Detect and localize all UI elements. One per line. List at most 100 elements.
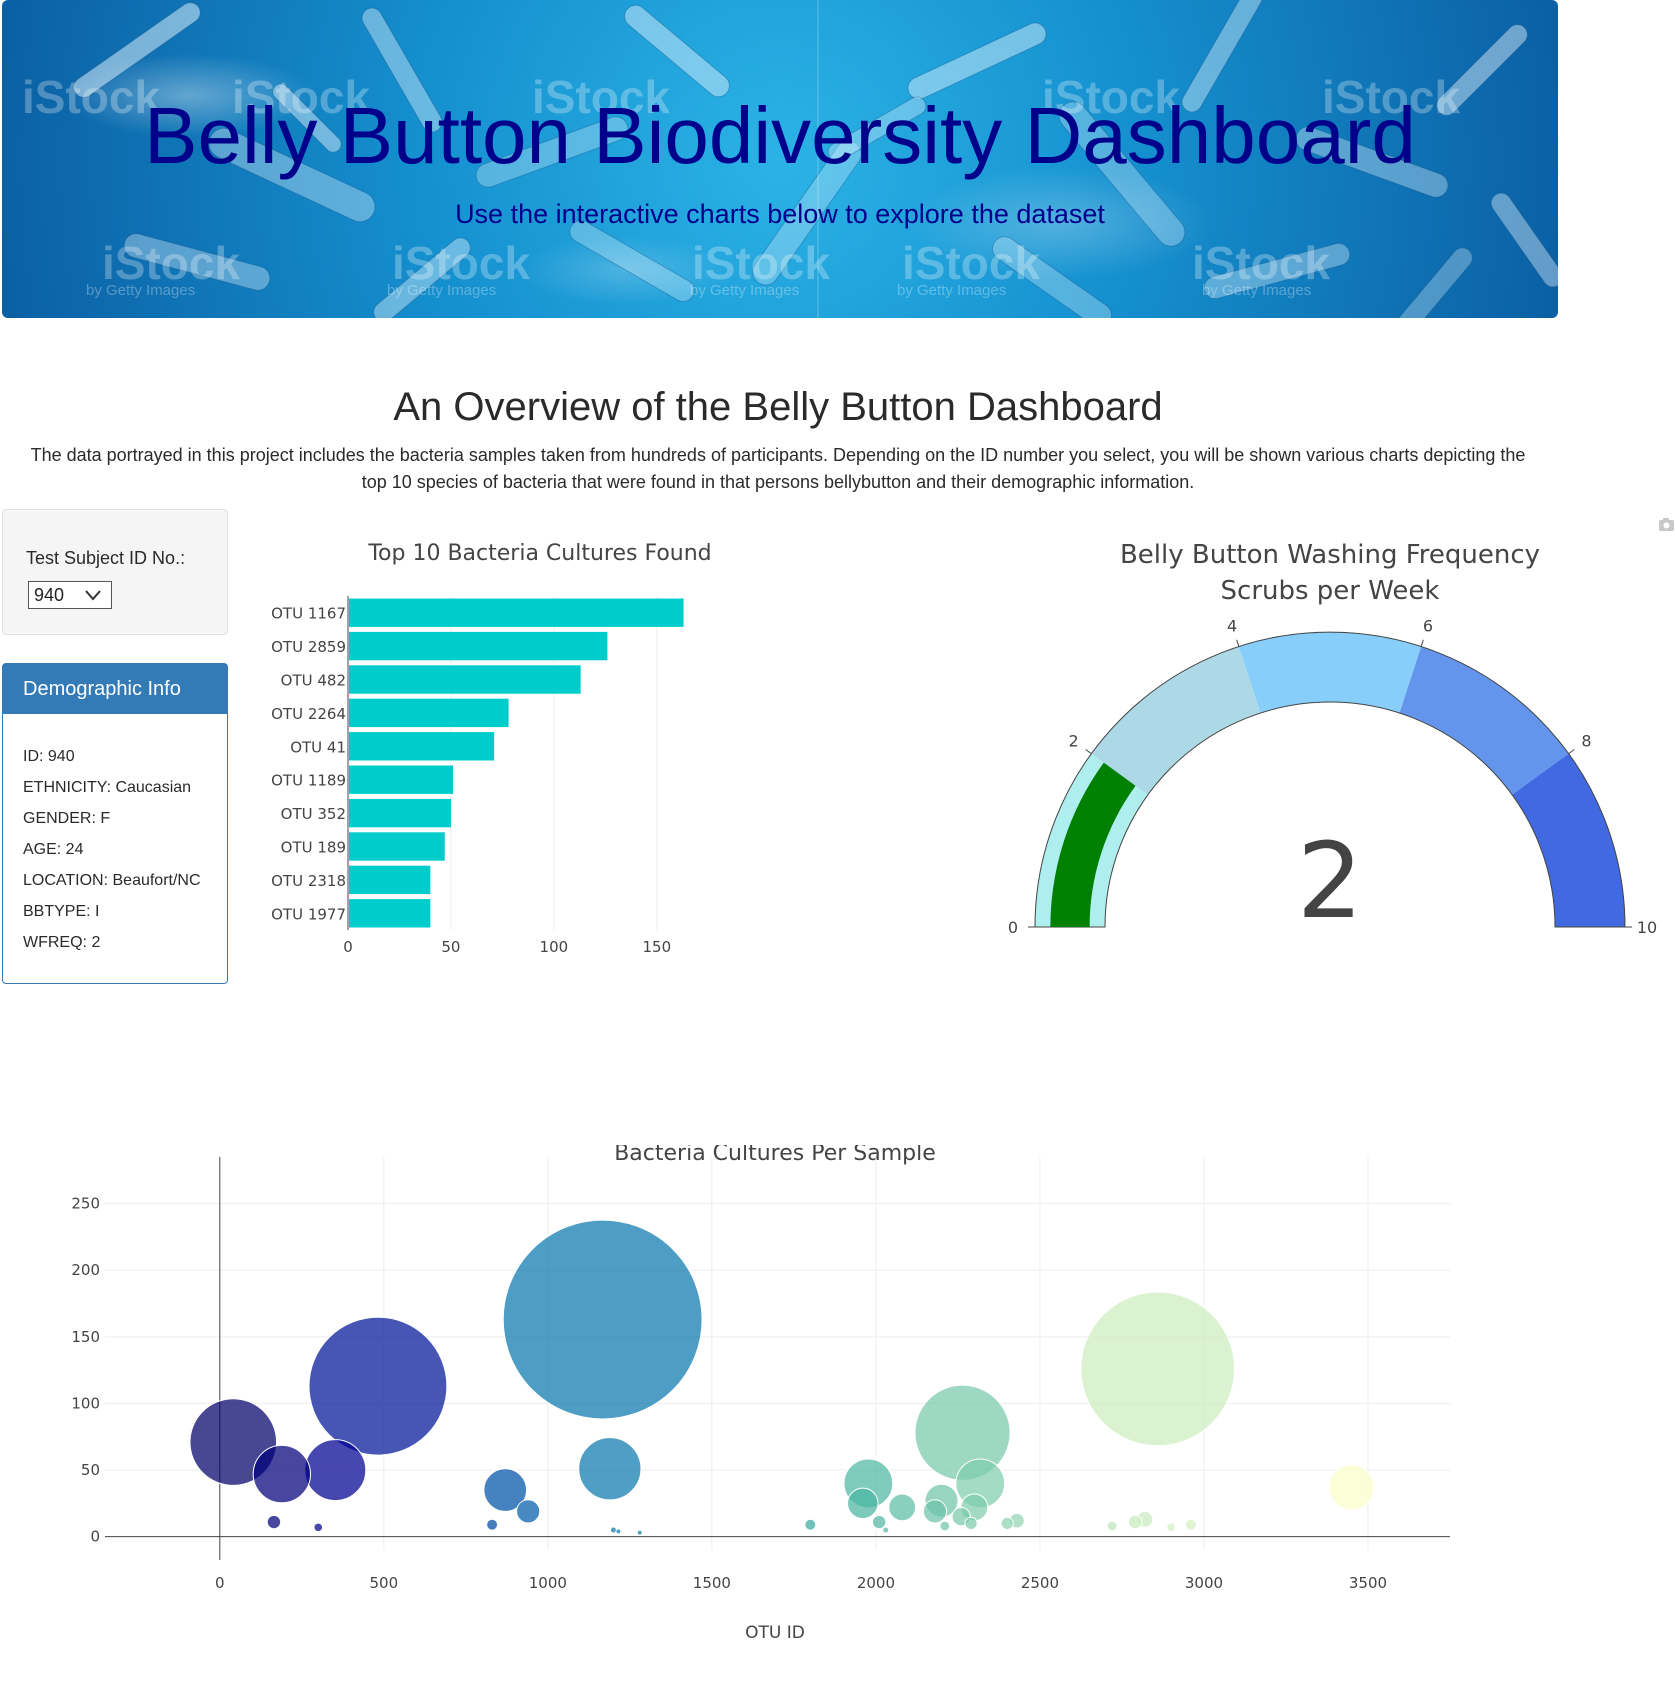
bar-otu-2318: [349, 865, 431, 895]
bar-otu-1977: [349, 899, 431, 928]
gauge-tick-label: 4: [1227, 617, 1237, 636]
watermark-subtext: by Getty Images: [690, 282, 800, 299]
bubble-x-tick-label: 3000: [1185, 1574, 1223, 1592]
subject-id-label: Test Subject ID No.:: [26, 548, 186, 568]
bubble-x-tick-label: 1500: [693, 1574, 731, 1592]
bacteria-bubble-chart[interactable]: Bacteria Cultures Per Sample 0 50 100 150 200…: [50, 1145, 1470, 1690]
bar-otu-189: [349, 832, 445, 861]
bubble-otu-2790: [1127, 1514, 1143, 1530]
bar-category-label: OTU 482: [281, 672, 346, 690]
gauge-title: Belly Button Washing Frequency: [1120, 540, 1540, 570]
bar-otu-482: [349, 665, 581, 694]
gauge-tick: [1420, 639, 1424, 647]
page-title: Belly Button Biodiversity Dashboard: [144, 91, 1416, 180]
demographic-ethnicity: ETHNICITY: Caucasian: [23, 779, 192, 796]
gauge-value: 2: [1297, 820, 1363, 942]
camera-icon[interactable]: [1658, 516, 1675, 532]
watermark-subtext: by Getty Images: [86, 282, 196, 299]
bar-x-tick-label: 50: [441, 938, 460, 956]
bar-category-label: OTU 41: [290, 738, 346, 756]
bacterium-shape: [1381, 247, 1473, 318]
bar-chart-title: Top 10 Bacteria Cultures Found: [367, 541, 711, 566]
bubble-otu-2210: [939, 1520, 951, 1532]
bubble-y-tick-label: 50: [81, 1461, 100, 1479]
bubble-otu-1960: [847, 1487, 879, 1520]
bubble-otu-2720: [1106, 1520, 1118, 1532]
bubble-y-tick-label: 250: [71, 1195, 100, 1213]
gauge-tick-label: 10: [1637, 918, 1657, 937]
bubble-x-tick-label: 2500: [1021, 1574, 1059, 1592]
gauge-subtitle: Scrubs per Week: [1221, 576, 1440, 606]
bubble-otu-2010: [871, 1514, 887, 1530]
watermark-subtext: by Getty Images: [1202, 282, 1312, 299]
bar-category-label: OTU 1189: [271, 772, 346, 790]
demographic-age: AGE: 24: [23, 841, 84, 858]
chevron-down-icon: [85, 590, 101, 601]
gauge-step-2: [1238, 632, 1422, 714]
bubble-x-tick-label: 3500: [1349, 1574, 1387, 1592]
washing-frequency-gauge[interactable]: Belly Button Washing Frequency Scrubs per…: [1000, 530, 1660, 950]
demographic-panel-heading: Demographic Info: [3, 664, 227, 714]
demographic-gender: GENDER: F: [23, 810, 111, 827]
bar-x-tick-label: 0: [343, 938, 353, 956]
bubble-otu-2030: [882, 1526, 890, 1534]
selected-subject-id: 940: [34, 584, 65, 605]
bubble-x-tick-label: 2000: [857, 1574, 895, 1592]
bubble-y-tick-label: 100: [71, 1394, 100, 1412]
demographic-location: LOCATION: Beaufort/NC: [23, 872, 201, 889]
gauge-tick: [1568, 749, 1575, 755]
bubble-otu-165: [266, 1514, 282, 1530]
demographic-bbtype: BBTYPE: I: [23, 903, 100, 920]
gauge-tick-label: 0: [1008, 918, 1018, 937]
gauge-tick-label: 2: [1068, 732, 1078, 751]
bubble-otu-1280: [636, 1529, 643, 1536]
watermark-subtext: by Getty Images: [387, 282, 497, 299]
bubble-y-tick-label: 0: [90, 1528, 100, 1546]
bubble-x-tick-label: 500: [370, 1574, 399, 1592]
bubble-otu-2900: [1166, 1522, 1176, 1533]
bubble-y-tick-label: 150: [71, 1328, 100, 1346]
top10-bar-chart[interactable]: Top 10 Bacteria Cultures Found 0 50 100 150 O…: [270, 540, 790, 1030]
demographic-wfreq: WFREQ: 2: [23, 934, 101, 951]
bubble-otu-3450: [1328, 1464, 1375, 1511]
bar-otu-2859: [349, 631, 608, 661]
bubble-otu-2290: [964, 1516, 978, 1530]
demographic-id: ID: 940: [23, 748, 75, 765]
bubble-otu-189: [252, 1444, 311, 1504]
gauge-tick-label: 8: [1581, 732, 1591, 751]
bar-x-tick-label: 150: [643, 938, 672, 956]
bubble-chart-title: Bacteria Cultures Per Sample: [614, 1145, 936, 1166]
subject-id-dropdown[interactable]: 940: [28, 581, 112, 609]
gauge-tick: [1236, 639, 1240, 647]
bar-category-label: OTU 1167: [271, 605, 346, 623]
bubble-otu-482: [308, 1316, 448, 1456]
bubble-otu-2960: [1184, 1518, 1197, 1531]
bubble-otu-1167: [502, 1219, 703, 1420]
bar-otu-352: [349, 798, 451, 828]
bubble-x-tick-label: 1000: [529, 1574, 567, 1592]
bubble-x-tick-label: 0: [215, 1574, 225, 1592]
bubble-otu-830: [486, 1518, 499, 1531]
page-subtitle: Use the interactive charts below to expl…: [455, 199, 1105, 229]
bubble-otu-1215: [615, 1528, 622, 1535]
bubble-otu-2180: [922, 1499, 948, 1524]
bar-category-label: OTU 1977: [271, 905, 346, 923]
bubble-otu-1800: [804, 1518, 817, 1531]
bar-otu-2264: [349, 698, 509, 728]
subject-selector-panel: [2, 509, 228, 635]
gauge-tick: [1085, 749, 1092, 755]
gauge-tick-label: 6: [1423, 617, 1433, 636]
bubble-otu-2859: [1080, 1291, 1236, 1447]
bubble-y-tick-label: 200: [71, 1261, 100, 1279]
bubble-otu-352: [304, 1439, 367, 1502]
watermark-subtext: by Getty Images: [897, 282, 1007, 299]
bubble-otu-2080: [888, 1493, 917, 1522]
bar-otu-1167: [349, 598, 684, 627]
bar-otu-41: [349, 732, 495, 761]
bar-category-label: OTU 189: [281, 839, 346, 857]
overview-description: The data portrayed in this project inclu…: [30, 445, 1526, 492]
bar-category-label: OTU 2318: [271, 872, 346, 890]
bubble-x-axis-label: OTU ID: [745, 1623, 805, 1643]
header-banner: iStock iStock iStock iStock iStock iStoc…: [2, 0, 1558, 318]
bar-category-label: OTU 352: [281, 805, 346, 823]
